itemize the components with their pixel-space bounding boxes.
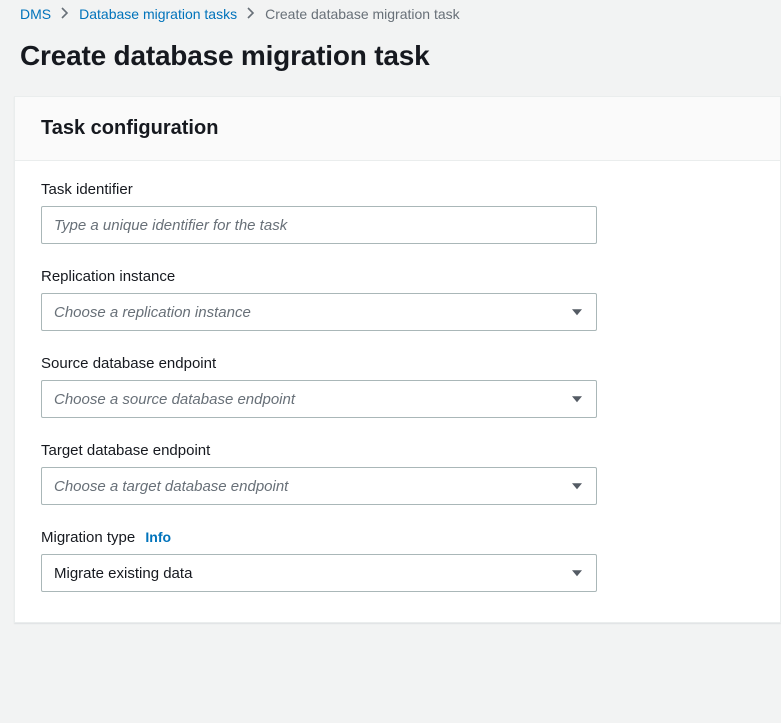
caret-down-icon [572,570,582,576]
replication-instance-placeholder: Choose a replication instance [54,304,251,321]
breadcrumb-root-link[interactable]: DMS [20,6,51,22]
replication-instance-select[interactable]: Choose a replication instance [41,293,597,331]
caret-down-icon [572,396,582,402]
target-endpoint-placeholder: Choose a target database endpoint [54,478,288,495]
page-title: Create database migration task [0,22,781,96]
migration-type-group: Migration type Info Migrate existing dat… [41,529,754,592]
breadcrumb-tasks-link[interactable]: Database migration tasks [79,6,237,22]
breadcrumb-current: Create database migration task [265,6,460,22]
replication-instance-label: Replication instance [41,268,754,285]
source-endpoint-label: Source database endpoint [41,355,754,372]
breadcrumb: DMS Database migration tasks Create data… [0,0,781,22]
caret-down-icon [572,309,582,315]
panel-body: Task identifier Replication instance Cho… [15,161,780,622]
migration-type-value: Migrate existing data [54,565,192,582]
migration-type-label: Migration type Info [41,529,754,546]
task-configuration-panel: Task configuration Task identifier Repli… [14,96,781,623]
task-identifier-group: Task identifier [41,181,754,244]
panel-header: Task configuration [15,97,780,161]
chevron-right-icon [61,6,69,22]
source-endpoint-placeholder: Choose a source database endpoint [54,391,295,408]
source-endpoint-select[interactable]: Choose a source database endpoint [41,380,597,418]
chevron-right-icon [247,6,255,22]
caret-down-icon [572,483,582,489]
panel-title: Task configuration [41,117,754,140]
target-endpoint-select[interactable]: Choose a target database endpoint [41,467,597,505]
target-endpoint-group: Target database endpoint Choose a target… [41,442,754,505]
source-endpoint-group: Source database endpoint Choose a source… [41,355,754,418]
migration-type-select[interactable]: Migrate existing data [41,554,597,592]
task-identifier-input[interactable] [41,206,597,244]
target-endpoint-label: Target database endpoint [41,442,754,459]
task-identifier-label: Task identifier [41,181,754,198]
replication-instance-group: Replication instance Choose a replicatio… [41,268,754,331]
migration-type-label-text: Migration type [41,529,135,546]
migration-type-info-link[interactable]: Info [145,529,171,545]
